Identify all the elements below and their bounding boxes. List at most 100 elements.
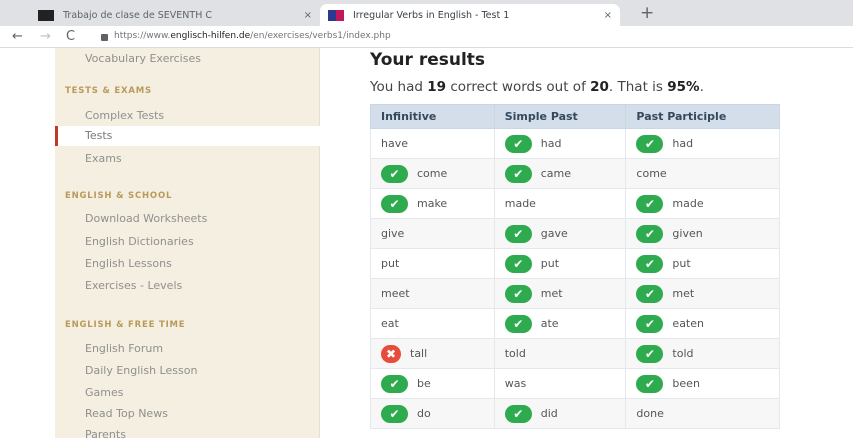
answer-text: do	[417, 407, 431, 420]
check-icon: ✔	[636, 254, 664, 273]
header-past-participle: Past Participle	[625, 104, 780, 129]
summary-text: . That is	[608, 79, 668, 95]
address-bar: ← → C https://www.englisch-hilfen.de/en/…	[0, 26, 853, 48]
url-field[interactable]: https://www.englisch-hilfen.de/en/exerci…	[114, 31, 391, 41]
table-row: ✔ be was ✔ been	[370, 368, 780, 399]
sidebar-item-exercises-levels[interactable]: Exercises - Levels	[85, 279, 182, 292]
back-button[interactable]: ←	[12, 29, 23, 44]
answer-text: was	[504, 377, 527, 390]
cell-content: meet	[381, 287, 484, 300]
reload-button[interactable]: C	[66, 29, 75, 44]
answer-text: put	[540, 257, 560, 270]
answer-text: come	[417, 167, 448, 180]
sidebar-item-vocabulary-exercises[interactable]: Vocabulary Exercises	[85, 52, 201, 65]
cell-content: ✔ be	[381, 374, 484, 393]
cell-content: ✔ came	[504, 164, 616, 183]
cell-infinitive: eat	[370, 308, 495, 339]
cell-content: ✔ gave	[504, 224, 616, 243]
cell-content: ✔ told	[636, 344, 769, 363]
sidebar-item-tests-active[interactable]: Tests	[55, 126, 320, 146]
lock-icon[interactable]	[101, 34, 108, 41]
sidebar-item-english-lessons[interactable]: English Lessons	[85, 257, 172, 270]
answer-text: made	[672, 197, 704, 210]
cell-past-participle: done	[625, 398, 780, 429]
cell-simple-past: ✔ had	[493, 128, 627, 159]
cell-content: ✔ been	[636, 374, 769, 393]
close-tab-icon[interactable]: ×	[304, 10, 312, 21]
tab-title: Trabajo de clase de SEVENTH C	[63, 9, 212, 21]
answer-text: come	[636, 167, 667, 180]
check-icon: ✔	[636, 194, 664, 213]
results-summary: You had 19 correct words out of 20. That…	[370, 79, 704, 95]
cell-infinitive: put	[370, 248, 495, 279]
cell-infinitive: ✔ be	[370, 368, 495, 399]
check-icon: ✔	[504, 314, 532, 333]
forward-button[interactable]: →	[40, 29, 51, 44]
sidebar-item-english-dictionaries[interactable]: English Dictionaries	[85, 235, 194, 248]
classroom-favicon-icon	[38, 9, 54, 21]
summary-text: correct words out of	[446, 79, 591, 95]
check-icon: ✔	[504, 254, 532, 273]
sidebar-item-parents[interactable]: Parents	[85, 428, 126, 438]
answer-text: put	[672, 257, 691, 270]
cell-content: was	[505, 377, 616, 390]
answer-text: met	[540, 287, 563, 300]
close-tab-icon[interactable]: ×	[604, 10, 612, 21]
sidebar-item-daily-english-lesson[interactable]: Daily English Lesson	[85, 364, 197, 377]
site-favicon-icon	[328, 9, 344, 21]
answer-text: give	[381, 227, 405, 240]
cell-simple-past: ✔ gave	[493, 218, 627, 249]
sidebar-item-complex-tests[interactable]: Complex Tests	[85, 109, 164, 122]
cell-content: ✔ met	[504, 284, 616, 303]
cell-content: ✔ did	[504, 404, 616, 423]
header-simple-past: Simple Past	[493, 104, 627, 129]
sidebar-item-exams[interactable]: Exams	[85, 152, 122, 165]
url-prefix: https://www.	[114, 31, 171, 41]
cell-past-participle: ✔ eaten	[625, 308, 780, 339]
cell-content: ✔ had	[636, 134, 769, 153]
cell-content: ✔ put	[636, 254, 769, 273]
check-icon: ✔	[636, 284, 664, 303]
cell-content: ✔ make	[381, 194, 484, 213]
table-row: give ✔ gave ✔ given	[370, 218, 780, 249]
score-percent: 95%	[667, 79, 700, 95]
sidebar-item-download-worksheets[interactable]: Download Worksheets	[85, 212, 207, 225]
cell-content: ✔ eaten	[636, 314, 769, 333]
cell-past-participle: come	[625, 158, 780, 189]
new-tab-button[interactable]: +	[640, 3, 654, 23]
answer-text: had	[540, 137, 562, 150]
cell-infinitive: ✔ come	[370, 158, 495, 189]
cell-simple-past: told	[493, 338, 627, 369]
sidebar-item-read-top-news[interactable]: Read Top News	[85, 407, 168, 420]
answer-text: told	[672, 347, 694, 360]
answer-text: did	[540, 407, 558, 420]
answer-text: tall	[410, 347, 428, 360]
cell-simple-past: ✔ did	[493, 398, 627, 429]
sidebar-heading-tests-exams: TESTS & EXAMS	[65, 86, 152, 96]
header-infinitive: Infinitive	[370, 104, 495, 129]
answer-text: gave	[540, 227, 568, 240]
cell-content: ✔ made	[636, 194, 769, 213]
check-icon: ✔	[504, 404, 532, 423]
results-table: Infinitive Simple Past Past Participle h…	[370, 104, 780, 429]
answer-text: make	[417, 197, 448, 210]
cell-content: ✔ met	[636, 284, 769, 303]
browser-tab-classwork[interactable]: Trabajo de clase de SEVENTH C ×	[30, 4, 320, 26]
sidebar-item-games[interactable]: Games	[85, 386, 123, 399]
answer-text: have	[381, 137, 408, 150]
cell-content: ✖ tall	[381, 344, 484, 363]
check-icon: ✔	[504, 164, 532, 183]
cell-infinitive: ✔ do	[370, 398, 495, 429]
table-row: ✔ make made ✔ made	[370, 188, 780, 219]
cell-past-participle: ✔ told	[625, 338, 780, 369]
summary-text: .	[699, 79, 704, 95]
cross-icon: ✖	[381, 344, 401, 363]
sidebar-item-english-forum[interactable]: English Forum	[85, 342, 163, 355]
cell-simple-past: ✔ put	[493, 248, 627, 279]
summary-text: You had	[370, 79, 428, 95]
browser-tab-irregular-verbs[interactable]: Irregular Verbs in English - Test 1 ×	[320, 4, 620, 26]
answer-text: eat	[381, 317, 399, 330]
cell-simple-past: ✔ met	[493, 278, 627, 309]
sidebar-nav: Vocabulary Exercises TESTS & EXAMS Compl…	[55, 48, 320, 438]
check-icon: ✔	[504, 224, 532, 243]
